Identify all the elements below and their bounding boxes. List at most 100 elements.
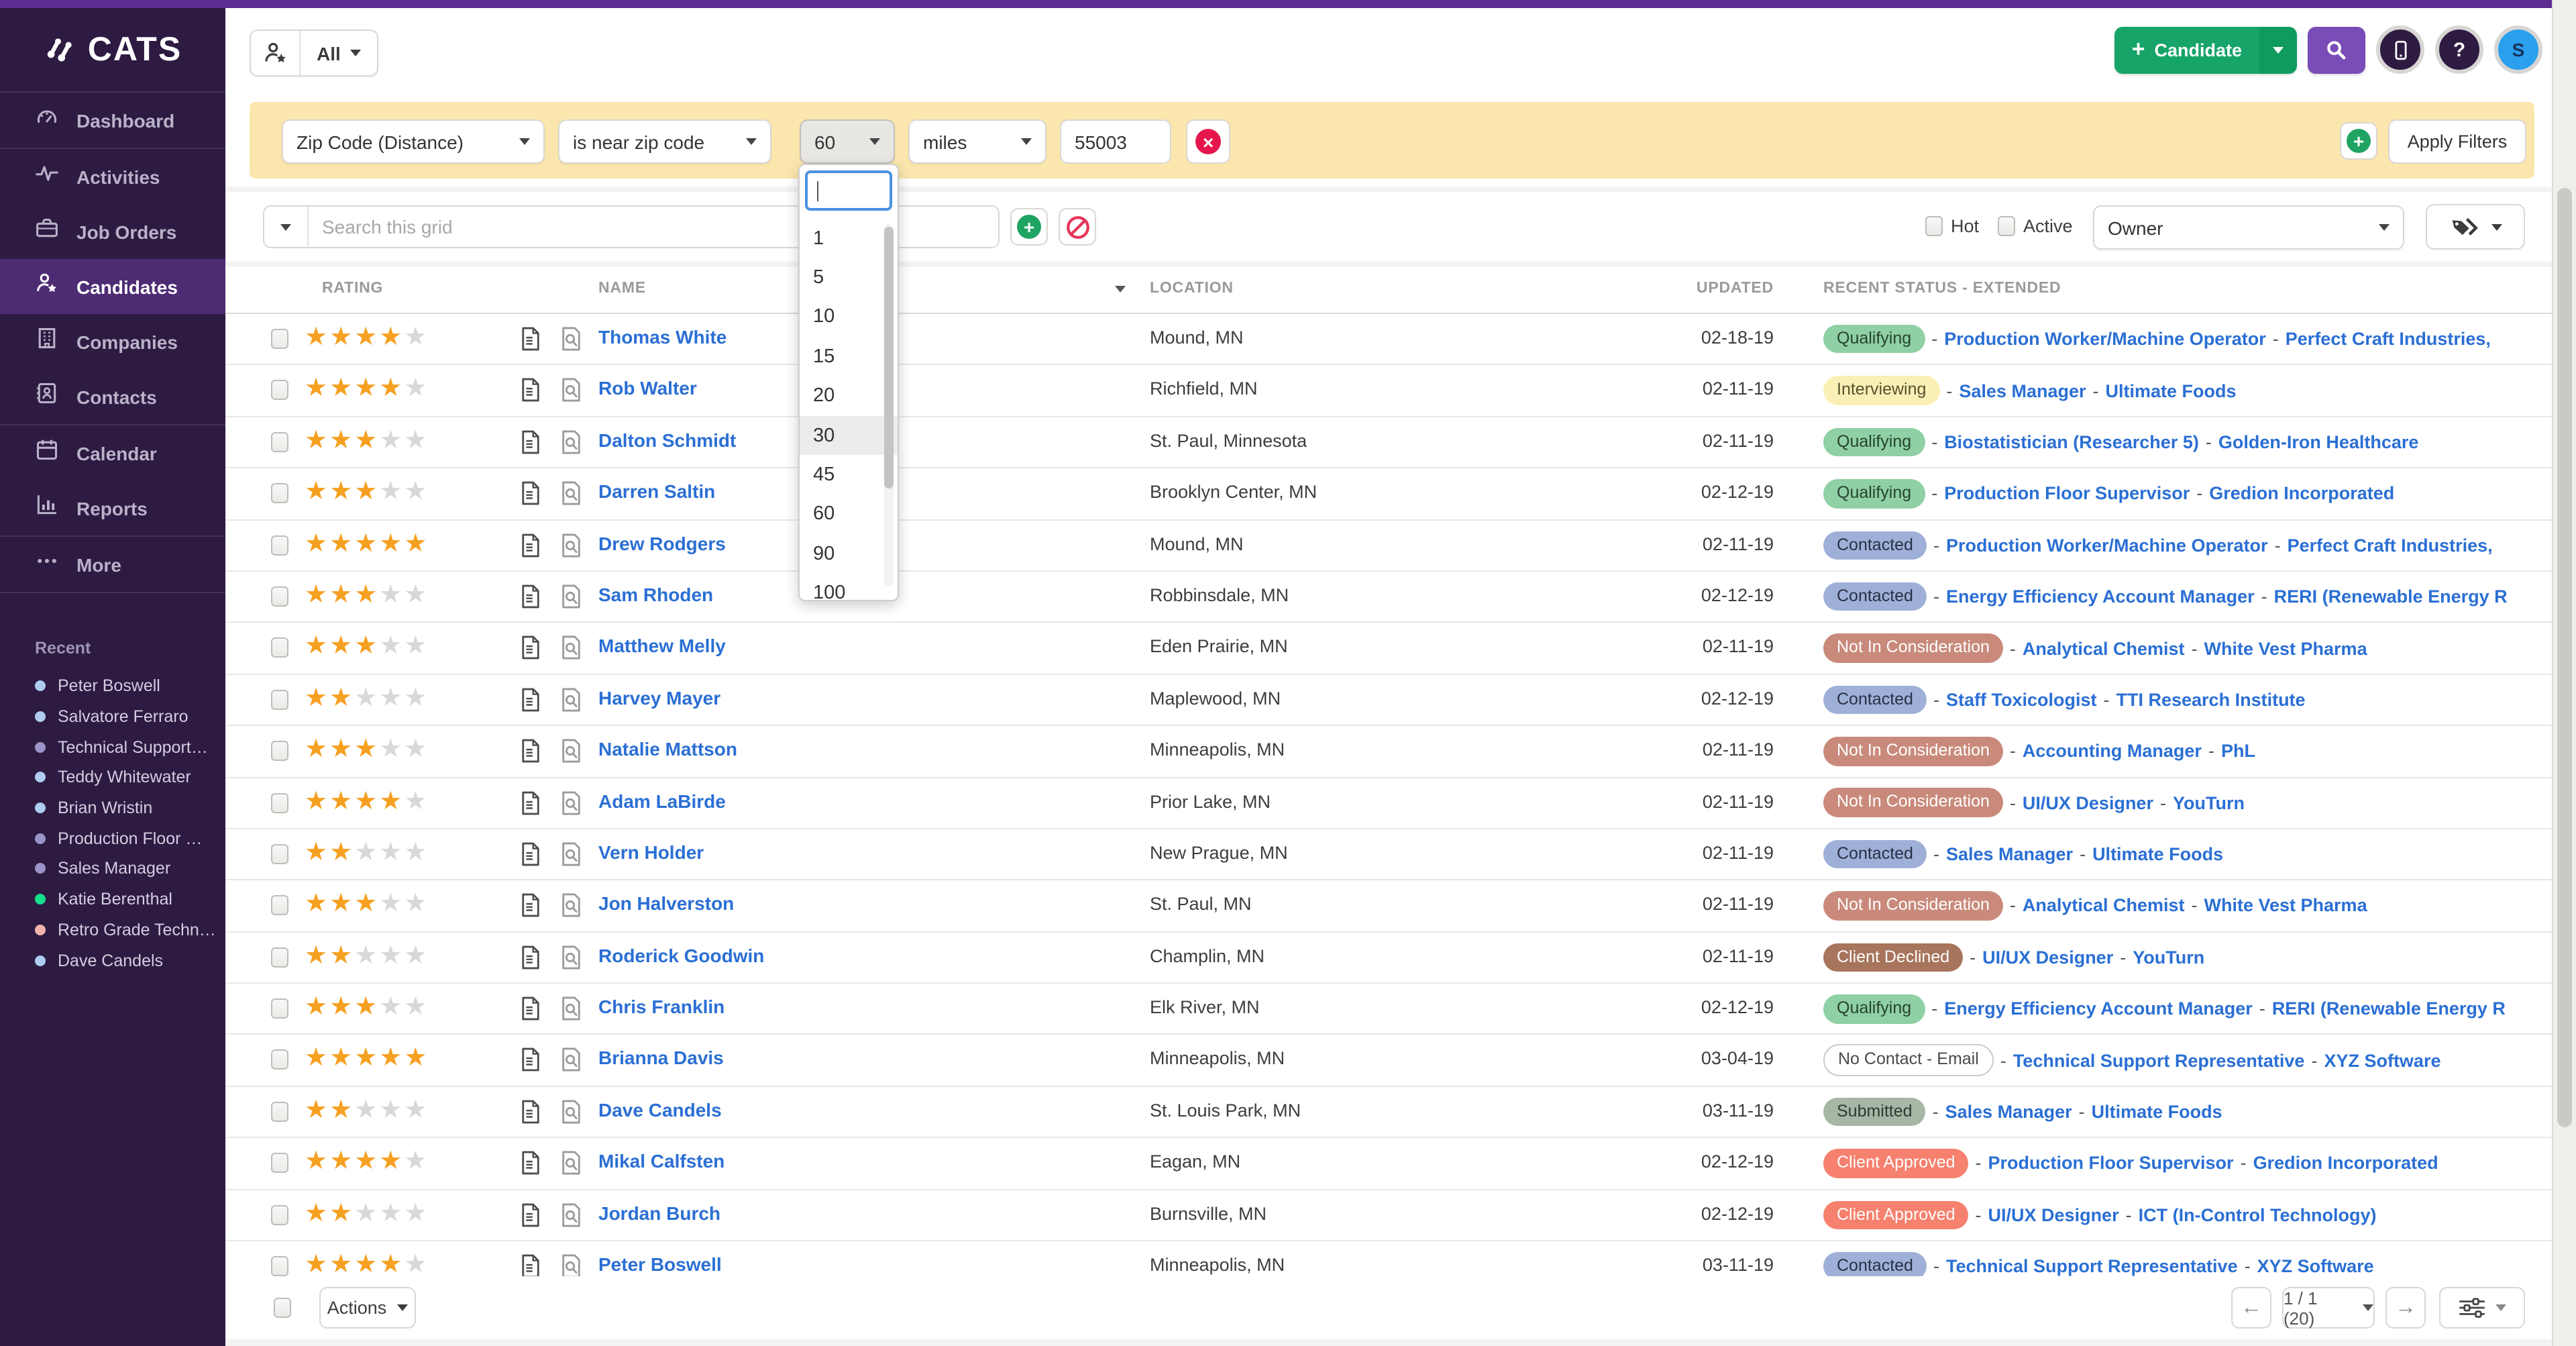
rating-stars[interactable]: ★★★★★ [305,529,429,560]
page-scrollbar[interactable] [2552,0,2576,1346]
filter-zip-input[interactable] [1060,119,1171,164]
pipeline-position-link[interactable]: Technical Support Representative [2013,1050,2305,1070]
column-header-rating[interactable]: RATING [322,280,383,297]
pipeline-company-link[interactable]: RERI (Renewable Energy R [2274,586,2508,607]
resume-preview-icon[interactable] [559,1202,582,1227]
resume-preview-icon[interactable] [559,1099,582,1125]
row-checkbox[interactable] [271,1153,288,1174]
pipeline-company-link[interactable]: YouTurn [2133,947,2204,968]
column-header-name[interactable]: NAME [598,280,646,297]
resume-doc-icon[interactable] [521,429,541,455]
candidate-name-link[interactable]: Drew Rodgers [598,532,726,554]
add-filter-button[interactable]: + [2340,122,2377,160]
recent-item[interactable]: Retro Grade Techn… [35,915,225,945]
next-page-button[interactable]: → [2385,1287,2426,1329]
clear-search-button[interactable] [1059,208,1096,246]
candidate-name-link[interactable]: Harvey Mayer [598,686,720,708]
owner-select[interactable]: Owner [2093,205,2404,250]
distance-option[interactable]: 5 [800,258,898,298]
row-checkbox[interactable] [271,741,288,761]
row-checkbox[interactable] [271,535,288,555]
filter-distance-select[interactable]: 60 [800,119,895,164]
sort-indicator-icon[interactable] [1115,286,1126,293]
recent-item[interactable]: Dave Candels [35,945,225,975]
resume-doc-icon[interactable] [521,480,541,506]
column-header-location[interactable]: LOCATION [1150,280,1234,297]
resume-preview-icon[interactable] [559,790,582,815]
pipeline-company-link[interactable]: Perfect Craft Industries, [2288,535,2493,556]
recent-item[interactable]: Peter Boswell [35,671,225,701]
rating-stars[interactable]: ★★★★★ [305,839,429,870]
row-checkbox[interactable] [271,1204,288,1225]
filter-operator-select[interactable]: is near zip code [558,119,771,164]
distance-option[interactable]: 20 [800,376,898,416]
pipeline-company-link[interactable]: ICT (In-Control Technology) [2139,1205,2377,1225]
resume-doc-icon[interactable] [521,532,541,558]
pipeline-position-link[interactable]: Analytical Chemist [2023,896,2185,916]
resume-preview-icon[interactable] [559,1151,582,1176]
hot-checkbox[interactable] [1925,216,1943,236]
rating-stars[interactable]: ★★★★★ [305,478,429,509]
row-checkbox[interactable] [271,998,288,1019]
row-checkbox[interactable] [271,896,288,916]
row-checkbox[interactable] [271,483,288,503]
candidate-name-link[interactable]: Dave Candels [598,1099,722,1121]
pipeline-position-link[interactable]: Production Floor Supervisor [1988,1153,2234,1174]
filter-unit-select[interactable]: miles [908,119,1046,164]
help-button[interactable]: ? [2435,25,2483,74]
resume-preview-icon[interactable] [559,480,582,506]
resume-doc-icon[interactable] [521,1202,541,1227]
page-indicator-button[interactable]: 1 / 1 (20) [2282,1287,2375,1329]
candidate-name-link[interactable]: Darren Saltin [598,480,715,502]
pipeline-position-link[interactable]: Biostatistician (Researcher 5) [1944,432,2199,452]
resume-doc-icon[interactable] [521,790,541,815]
mobile-app-button[interactable] [2376,25,2424,74]
resume-doc-icon[interactable] [521,635,541,661]
row-checkbox[interactable] [271,1256,288,1276]
distance-option[interactable]: 60 [800,495,898,534]
resume-preview-icon[interactable] [559,1047,582,1073]
resume-doc-icon[interactable] [521,1047,541,1073]
resume-doc-icon[interactable] [521,686,541,712]
pipeline-company-link[interactable]: Gredion Incorporated [2253,1153,2438,1174]
pipeline-position-link[interactable]: UI/UX Designer [1988,1205,2119,1225]
pipeline-company-link[interactable]: White Vest Pharma [2204,638,2367,658]
rating-stars[interactable]: ★★★★★ [305,375,429,406]
resume-preview-icon[interactable] [559,841,582,867]
distance-option[interactable]: 10 [800,298,898,338]
rating-stars[interactable]: ★★★★★ [305,581,429,612]
apply-filters-button[interactable]: Apply Filters [2388,119,2526,164]
recent-item[interactable]: Salvatore Ferraro [35,701,225,731]
candidate-name-link[interactable]: Mikal Calfsten [598,1151,724,1172]
actions-button[interactable]: Actions [319,1287,416,1329]
recent-item[interactable]: Brian Wristin [35,793,225,823]
pipeline-company-link[interactable]: XYZ Software [2324,1050,2440,1070]
recent-item[interactable]: Production Floor … [35,823,225,853]
page-scrollbar-thumb[interactable] [2557,188,2572,1127]
pipeline-company-link[interactable]: Ultimate Foods [2106,380,2237,401]
recent-item[interactable]: Katie Berenthal [35,884,225,915]
sidebar-item-job-orders[interactable]: Job Orders [0,204,225,259]
pipeline-position-link[interactable]: UI/UX Designer [1982,947,2113,968]
tags-button[interactable] [2426,204,2525,250]
rating-stars[interactable]: ★★★★★ [305,323,429,354]
distance-option[interactable]: 45 [800,456,898,495]
sidebar-item-candidates[interactable]: Candidates [0,259,225,314]
resume-doc-icon[interactable] [521,841,541,867]
sidebar-item-dashboard[interactable]: Dashboard [0,93,225,148]
distance-option[interactable]: 15 [800,337,898,376]
sidebar-item-calendar[interactable]: Calendar [0,425,225,480]
resume-doc-icon[interactable] [521,1151,541,1176]
rating-stars[interactable]: ★★★★★ [305,427,429,458]
resume-preview-icon[interactable] [559,429,582,455]
pipeline-position-link[interactable]: Accounting Manager [2023,741,2202,762]
candidate-name-link[interactable]: Rob Walter [598,378,697,399]
row-checkbox[interactable] [271,638,288,658]
sidebar-item-more[interactable]: More [0,537,225,592]
pipeline-company-link[interactable]: YouTurn [2173,792,2245,813]
candidate-name-link[interactable]: Thomas White [598,326,727,348]
resume-doc-icon[interactable] [521,584,541,609]
pipeline-company-link[interactable]: Ultimate Foods [2092,1102,2222,1122]
pipeline-position-link[interactable]: Sales Manager [1959,380,2086,401]
row-checkbox[interactable] [271,947,288,967]
